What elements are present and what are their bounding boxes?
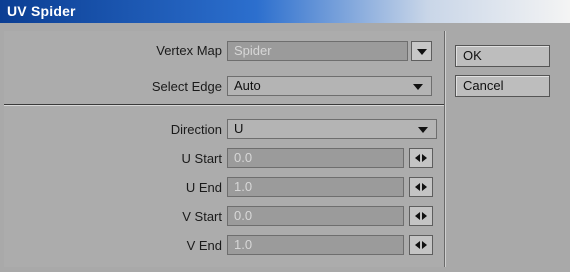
dialog-title: UV Spider (7, 3, 76, 19)
select-edge-value: Auto (234, 78, 261, 93)
direction-value: U (234, 121, 244, 136)
ok-button[interactable]: OK (455, 45, 550, 67)
v-end-slider-button[interactable] (409, 235, 433, 255)
u-end-slider-button[interactable] (409, 177, 433, 197)
direction-row: Direction (0, 120, 222, 142)
title-bar[interactable]: UV Spider (0, 0, 570, 23)
arrow-right-icon (422, 241, 427, 249)
u-start-row: U Start (0, 149, 222, 171)
cancel-button[interactable]: Cancel (455, 75, 550, 97)
v-end-input[interactable]: 1.0 (227, 235, 404, 255)
u-end-row: U End (0, 178, 222, 200)
vertex-map-row: Vertex Map (0, 41, 222, 63)
u-end-input[interactable]: 1.0 (227, 177, 404, 197)
u-start-input[interactable]: 0.0 (227, 148, 404, 168)
select-edge-select[interactable]: Auto (227, 76, 432, 96)
chevron-down-icon (417, 49, 427, 55)
direction-label: Direction (170, 122, 222, 137)
u-start-label: U Start (181, 151, 222, 166)
vertical-divider-highlight (445, 31, 446, 267)
v-start-input[interactable]: 0.0 (227, 206, 404, 226)
chevron-down-icon (413, 84, 423, 90)
select-edge-label: Select Edge (151, 79, 222, 94)
arrow-left-icon (415, 183, 420, 191)
v-end-label: V End (186, 238, 222, 253)
section-divider-highlight (4, 105, 444, 106)
arrow-left-icon (415, 241, 420, 249)
u-start-slider-button[interactable] (409, 148, 433, 168)
vertex-map-select[interactable]: Spider (227, 41, 408, 61)
v-end-row: V End (0, 236, 222, 258)
arrow-left-icon (415, 154, 420, 162)
v-start-slider-button[interactable] (409, 206, 433, 226)
v-start-row: V Start (0, 207, 222, 229)
arrow-left-icon (415, 212, 420, 220)
direction-select[interactable]: U (227, 119, 437, 139)
uv-spider-dialog: UV Spider Vertex Map Spider Select Edge … (0, 0, 570, 272)
u-end-label: U End (185, 180, 222, 195)
select-edge-row: Select Edge (0, 77, 222, 99)
vertex-map-label: Vertex Map (156, 43, 222, 58)
arrow-right-icon (422, 183, 427, 191)
vertex-map-dropdown-button[interactable] (411, 41, 432, 61)
chevron-down-icon (418, 127, 428, 133)
arrow-right-icon (422, 154, 427, 162)
v-start-label: V Start (182, 209, 222, 224)
arrow-right-icon (422, 212, 427, 220)
